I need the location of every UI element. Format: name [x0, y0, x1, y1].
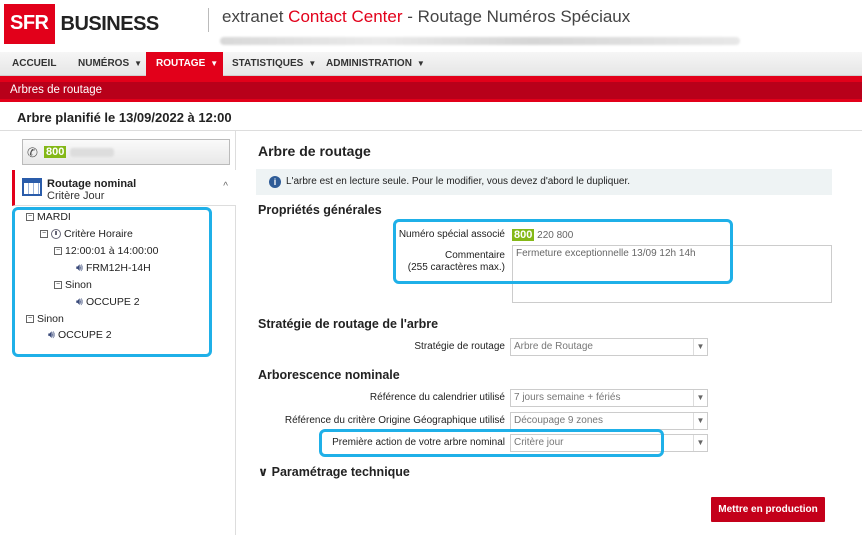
geo-select[interactable]: Découpage 9 zones ▼: [510, 412, 708, 430]
chevron-down-icon: ▼: [416, 59, 425, 68]
header-divider: [208, 8, 209, 32]
props-highlight: [393, 219, 733, 284]
routage-nominal-card[interactable]: Routage nominal Critère Jour ^: [12, 170, 236, 206]
app-header: SFR BUSINESS extranet Contact Center - R…: [0, 0, 862, 52]
page-subtitle: Arbre planifié le 13/09/2022 à 12:00: [17, 110, 232, 125]
chevron-down-icon: ∨: [258, 465, 269, 479]
app-title: extranet Contact Center - Routage Numéro…: [222, 7, 631, 26]
card-subtitle: Critère Jour: [47, 190, 105, 202]
chevron-down-icon: ▼: [210, 59, 219, 68]
blurred-number: [70, 147, 115, 157]
mettre-en-production-button[interactable]: Mettre en production: [711, 497, 825, 522]
chevron-down-icon: ▼: [693, 339, 707, 355]
nav-numeros[interactable]: NUMÉROS ▼: [68, 52, 152, 76]
strategy-label: Stratégie de routage: [414, 341, 505, 352]
first-action-highlight: [319, 429, 664, 457]
phone-icon: ✆: [27, 145, 38, 160]
blurred-user-info: [220, 37, 740, 45]
chevron-down-icon: ▼: [693, 435, 707, 451]
strategy-select[interactable]: Arbre de Routage ▼: [510, 338, 708, 356]
nav-accueil[interactable]: ACCUEIL: [2, 52, 66, 76]
strategy-title: Stratégie de routage de l'arbre: [258, 317, 439, 331]
geo-label: Référence du critère Origine Géographiqu…: [284, 415, 505, 426]
nav-routage[interactable]: ROUTAGE ▼: [146, 52, 223, 76]
readonly-info: i L'arbre est en lecture seule. Pour le …: [256, 169, 832, 195]
nav-statistiques[interactable]: STATISTIQUES ▼: [222, 52, 326, 76]
calendar-select[interactable]: 7 jours semaine + fériés ▼: [510, 389, 708, 407]
chevron-up-icon[interactable]: ^: [223, 181, 228, 192]
detail-panel: Arbre de routage i L'arbre est en lectur…: [250, 131, 862, 535]
section-title: Arbres de routage: [0, 82, 862, 99]
calendar-icon: [22, 178, 42, 196]
chevron-down-icon: ▼: [693, 390, 707, 406]
card-title: Routage nominal: [47, 178, 137, 190]
sfr-logo: SFR: [4, 4, 55, 44]
tree-highlight: [12, 207, 212, 357]
tech-section-toggle[interactable]: ∨ Paramétrage technique: [258, 464, 410, 479]
arbo-title: Arborescence nominale: [258, 368, 400, 382]
info-icon: i: [269, 176, 281, 188]
main-nav: ACCUEIL NUMÉROS ▼ ROUTAGE ▼ STATISTIQUES ▼ …: [0, 52, 862, 76]
tree-panel: ✆ 800 Routage nominal Critère Jour ^ − MA…: [12, 131, 236, 535]
chevron-down-icon: ▼: [693, 413, 707, 429]
business-logo-text: BUSINESS: [60, 12, 160, 35]
chevron-down-icon: ▼: [134, 59, 143, 68]
props-title: Propriétés générales: [258, 203, 382, 217]
calendar-label: Référence du calendrier utilisé: [369, 392, 505, 403]
panel-title: Arbre de routage: [258, 143, 371, 159]
nav-administration[interactable]: ADMINISTRATION ▼: [316, 52, 435, 76]
number-selector[interactable]: ✆ 800: [22, 139, 230, 165]
number-badge: 800: [44, 146, 67, 158]
sfr-business-logo[interactable]: SFR BUSINESS: [4, 4, 159, 44]
